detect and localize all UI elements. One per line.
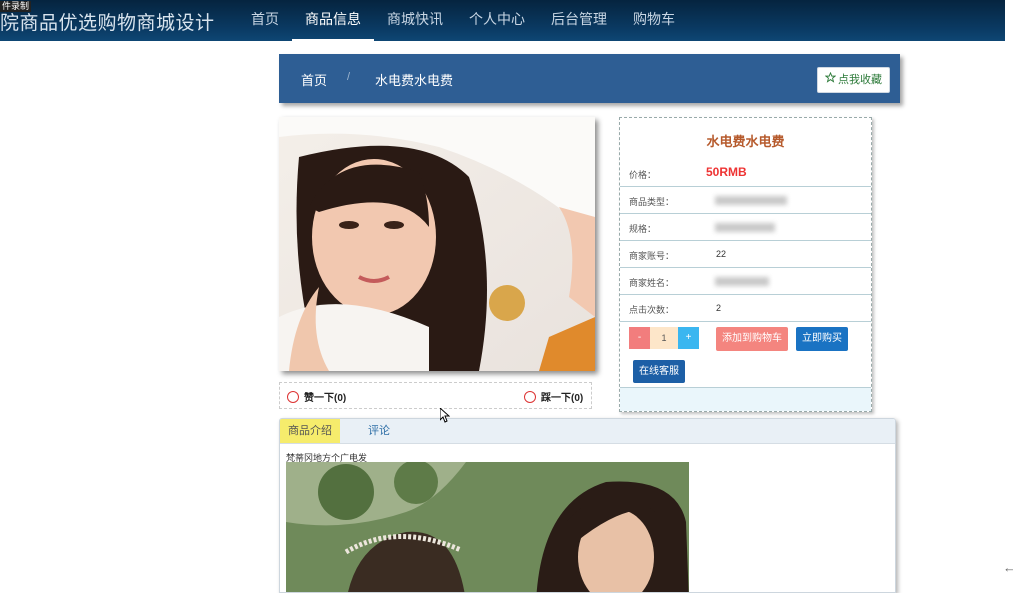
price-label: 价格：	[629, 170, 657, 180]
info-row-spec: 规格：	[620, 214, 871, 241]
blurred-value	[715, 277, 769, 286]
quantity-minus-button[interactable]: -	[629, 327, 650, 349]
breadcrumb-home[interactable]: 首页	[301, 70, 327, 89]
tab-product-intro[interactable]: 商品介绍	[280, 419, 340, 443]
product-title: 水电费水电费	[706, 134, 785, 149]
info-row-price: 价格： 50RMB	[620, 160, 871, 187]
blurred-value	[715, 196, 787, 205]
breadcrumb-current: 水电费水电费	[375, 73, 454, 88]
favorite-button[interactable]: 点我收藏	[817, 67, 890, 93]
quantity-plus-button[interactable]: +	[678, 327, 699, 349]
recording-label: 件录制	[0, 1, 32, 12]
dislike-button[interactable]: 踩一下(0)	[524, 389, 583, 404]
nav-item-news[interactable]: 商城快讯	[374, 0, 456, 41]
spec-label: 规格：	[629, 224, 657, 234]
breadcrumb-separator: /	[347, 71, 351, 83]
breadcrumb: 首页 / 水电费水电费 点我收藏	[279, 54, 900, 103]
quantity-input[interactable]	[650, 327, 678, 349]
back-arrow-icon[interactable]: ←	[1003, 560, 1013, 575]
nav-item-home[interactable]: 首页	[238, 0, 292, 41]
customer-service-button[interactable]: 在线客服	[633, 360, 685, 383]
like-label: 赞一下(0)	[304, 393, 347, 404]
nav-item-profile[interactable]: 个人中心	[456, 0, 538, 41]
blurred-value	[715, 223, 775, 232]
nav-item-cart[interactable]: 购物车	[620, 0, 688, 41]
type-label: 商品类型：	[629, 197, 675, 207]
site-title[interactable]: 院商品优选购物商城设计	[0, 8, 215, 35]
quantity-stepper: - +	[629, 327, 699, 349]
detail-tabs-panel: 商品介绍 评论 梵蒂冈地方个广电发	[279, 418, 896, 593]
info-row-type: 商品类型：	[620, 187, 871, 214]
clicks-value: 2	[716, 303, 722, 313]
dislike-label: 踩一下(0)	[541, 393, 584, 404]
feedback-bar: 赞一下(0) 踩一下(0)	[279, 382, 592, 409]
info-row-clicks: 点击次数： 2	[620, 295, 871, 322]
favorite-label: 点我收藏	[838, 74, 882, 86]
like-button[interactable]: 赞一下(0)	[287, 389, 346, 404]
add-to-cart-button[interactable]: 添加到购物车	[716, 327, 788, 351]
frown-icon	[524, 390, 536, 403]
top-navbar: 院商品优选购物商城设计 件录制 首页 商品信息 商城快讯 个人中心 后台管理 购…	[0, 0, 1005, 41]
product-info-panel: 水电费水电费 价格： 50RMB 商品类型： 规格： 商家账号： 22 商家姓名…	[619, 117, 872, 412]
mouse-cursor-icon	[439, 406, 451, 428]
merchant-name-label: 商家姓名：	[629, 278, 675, 288]
info-panel-footer	[620, 387, 871, 411]
product-image[interactable]	[279, 117, 595, 371]
main-nav: 首页 商品信息 商城快讯 个人中心 后台管理 购物车	[238, 0, 688, 41]
merchant-account-value: 22	[716, 249, 727, 259]
tab-header: 商品介绍 评论	[280, 419, 895, 444]
price-value: 50RMB	[706, 165, 747, 179]
description-image	[286, 462, 689, 592]
nav-item-admin[interactable]: 后台管理	[538, 0, 620, 41]
clicks-label: 点击次数：	[629, 305, 675, 315]
info-row-merchant-name: 商家姓名：	[620, 268, 871, 295]
buy-now-button[interactable]: 立即购买	[796, 327, 848, 351]
merchant-account-label: 商家账号：	[629, 251, 675, 261]
tab-comments[interactable]: 评论	[360, 419, 398, 443]
smile-icon	[287, 390, 299, 403]
nav-item-products[interactable]: 商品信息	[292, 0, 374, 41]
star-outline-icon	[824, 68, 837, 92]
info-row-merchant-account: 商家账号： 22	[620, 241, 871, 268]
